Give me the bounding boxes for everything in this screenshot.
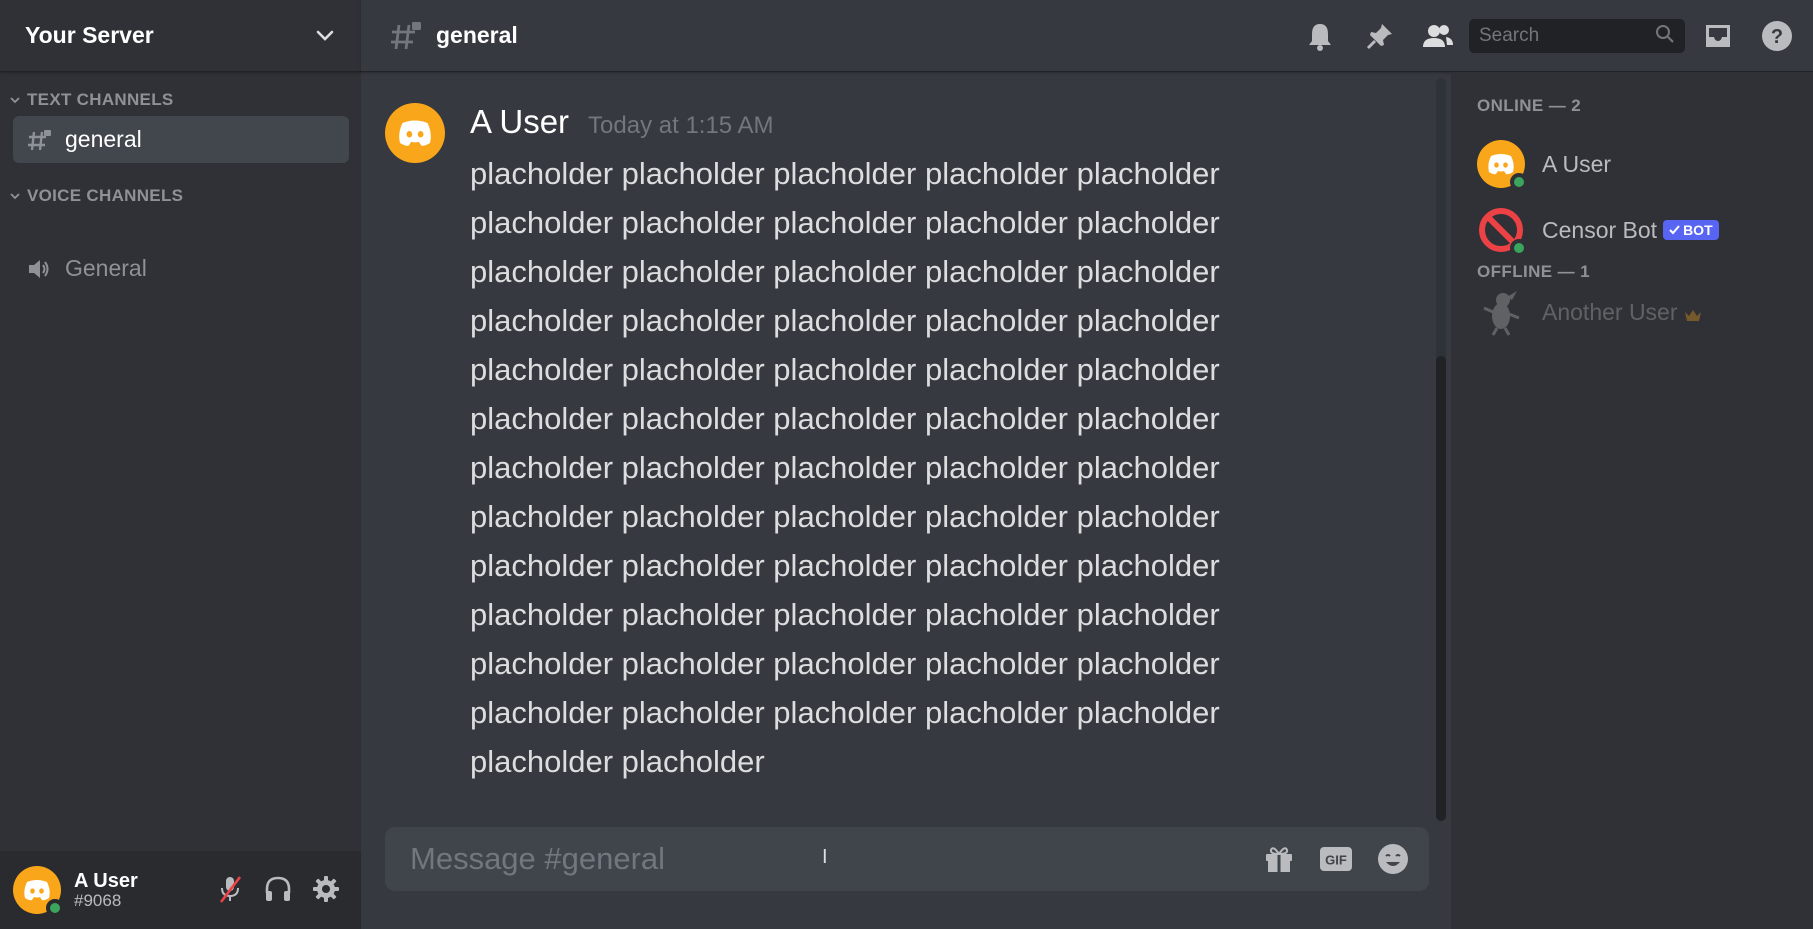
avatar (1477, 206, 1528, 257)
chat-area: A User Today at 1:15 AM placholder plach… (361, 72, 1451, 929)
gif-icon[interactable]: GIF (1318, 841, 1354, 877)
members-icon[interactable] (1421, 19, 1455, 53)
bot-badge: BOT (1663, 219, 1719, 240)
discord-app: Your Server TEXT CHANNELS general VOICE … (0, 0, 1813, 929)
avatar[interactable] (13, 866, 64, 917)
header-toolbar: ? (1303, 0, 1813, 72)
chevron-down-icon[interactable] (315, 26, 335, 46)
text-cursor-icon: I (822, 846, 828, 868)
headphones-icon[interactable] (263, 873, 293, 905)
category-label: VOICE CHANNELS (27, 186, 184, 205)
gear-icon[interactable] (311, 873, 341, 905)
gift-icon[interactable] (1261, 841, 1297, 877)
avatar (1477, 140, 1528, 191)
check-icon (1669, 224, 1680, 234)
avatar[interactable] (385, 103, 445, 163)
member-name: Another User (1542, 298, 1678, 325)
member-another-user[interactable]: Another User (1477, 288, 1702, 336)
category-voice-channels[interactable]: VOICE CHANNELS (9, 186, 183, 206)
discord-logo-icon (24, 880, 50, 901)
member-name: Censor Bot (1542, 216, 1658, 243)
online-status-dot (46, 899, 64, 917)
search-icon (1655, 24, 1675, 49)
username: A User (74, 869, 138, 892)
channel-label: general (65, 126, 142, 152)
online-status-dot (1510, 239, 1528, 257)
channel-label: General (65, 255, 147, 281)
channel-header: general Search ? (361, 0, 1813, 72)
user-tag: #9068 (74, 890, 122, 910)
message-composer: I GIF (385, 827, 1429, 891)
member-censor-bot[interactable]: Censor Bot BOT (1477, 206, 1719, 257)
bot-badge-label: BOT (1683, 221, 1713, 238)
channel-title: general (436, 22, 518, 48)
category-text-channels[interactable]: TEXT CHANNELS (9, 90, 174, 110)
member-name: A User (1542, 150, 1612, 177)
avatar (1477, 288, 1525, 336)
server-header[interactable]: Your Server (0, 0, 361, 72)
scrollbar-track[interactable] (1436, 78, 1446, 821)
category-label: TEXT CHANNELS (27, 90, 174, 109)
channel-general[interactable]: general (13, 116, 349, 163)
mic-muted-icon[interactable] (215, 873, 245, 905)
online-status-dot (1510, 173, 1528, 191)
composer-buttons: GIF (1261, 841, 1411, 877)
hashtag-lock-icon (28, 129, 51, 150)
message-timestamp: Today at 1:15 AM (588, 112, 774, 139)
message-input[interactable] (410, 841, 1190, 877)
user-controls (215, 873, 341, 905)
member-list: ONLINE — 2 A User Censor Bot BOT OFFLINE… (1451, 72, 1813, 929)
message-header: A User Today at 1:15 AM (470, 103, 774, 141)
hashtag-lock-icon (391, 21, 421, 49)
discord-logo-icon (399, 120, 431, 146)
help-icon[interactable]: ? (1760, 19, 1794, 53)
message-content: placholder placholder placholder plachol… (470, 156, 1220, 779)
member-name-wrap: Censor Bot BOT (1542, 217, 1719, 244)
creature-avatar-icon (1483, 291, 1520, 336)
pin-icon[interactable] (1363, 19, 1397, 53)
server-name: Your Server (25, 22, 154, 48)
chevron-down-icon (10, 97, 20, 104)
user-panel: A User #9068 (0, 851, 361, 929)
inbox-icon[interactable] (1701, 19, 1735, 53)
scrollbar-thumb[interactable] (1436, 356, 1446, 821)
discord-logo-icon (1488, 154, 1514, 175)
channel-voice-general[interactable]: General (13, 245, 349, 292)
online-members-heading: ONLINE — 2 (1477, 96, 1582, 115)
member-a-user[interactable]: A User (1477, 140, 1612, 191)
channel-sidebar: Your Server TEXT CHANNELS general VOICE … (0, 0, 361, 929)
chevron-down-icon (10, 193, 20, 200)
svg-text:?: ? (1771, 26, 1783, 48)
bell-icon[interactable] (1303, 19, 1337, 53)
member-name-wrap: Another User (1542, 299, 1702, 326)
emoji-icon[interactable] (1375, 841, 1411, 877)
user-meta[interactable]: A User #9068 (74, 870, 138, 911)
search-box[interactable] (1469, 19, 1685, 53)
crown-icon (1684, 309, 1701, 321)
search-input[interactable] (1479, 25, 1639, 47)
offline-members-heading: OFFLINE — 1 (1477, 262, 1591, 281)
message-author[interactable]: A User (470, 103, 569, 141)
svg-text:GIF: GIF (1325, 853, 1347, 868)
speaker-icon (29, 259, 49, 278)
